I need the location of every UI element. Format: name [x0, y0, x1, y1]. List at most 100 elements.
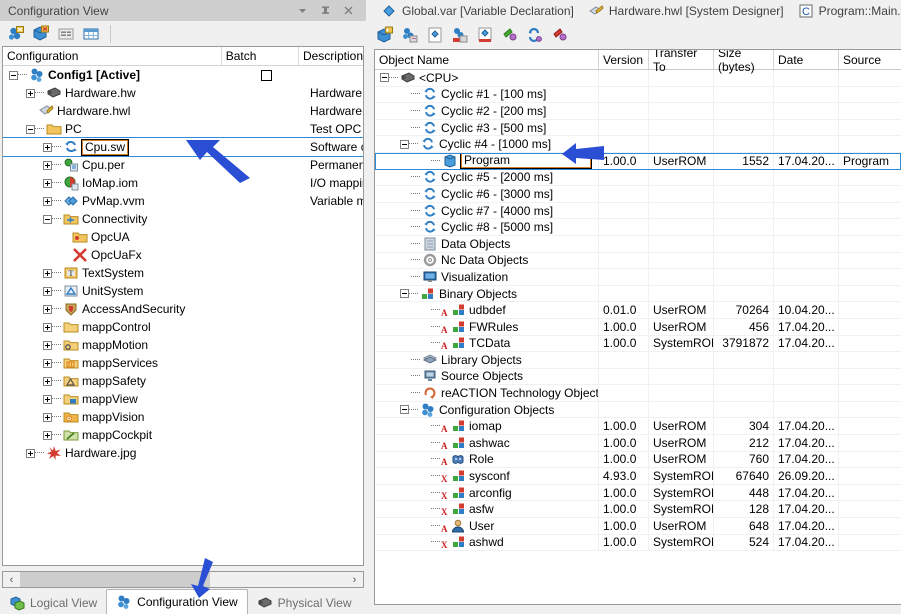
- pin-icon[interactable]: [318, 3, 333, 18]
- tree-row-name[interactable]: mappControl: [3, 318, 227, 336]
- config-add-icon[interactable]: [6, 24, 26, 44]
- scrollbar-track[interactable]: [210, 572, 346, 587]
- grid-cell-object-name[interactable]: Source Objects: [375, 368, 599, 385]
- tree-row-batch[interactable]: [227, 372, 306, 390]
- column-header-size[interactable]: Size (bytes): [714, 50, 774, 74]
- scrollbar-thumb[interactable]: [20, 572, 210, 587]
- grid-cell-object-name[interactable]: <CPU>: [375, 70, 599, 86]
- tree-row-name[interactable]: AccessAndSecurity: [3, 300, 227, 318]
- grid-row[interactable]: Cyclic #3 - [500 ms]: [375, 119, 901, 137]
- batch-checkbox[interactable]: [261, 69, 272, 81]
- grid-row[interactable]: A FWRules 1.00.0 UserROM 456 17.04.20...: [375, 318, 901, 336]
- tree-row-name[interactable]: mappVision: [3, 408, 227, 426]
- grid-row[interactable]: A User 1.00.0 UserROM 648 17.04.20...: [375, 518, 901, 535]
- grid-cell-object-name[interactable]: reACTION Technology Objects: [375, 385, 599, 401]
- grid-cell-object-name[interactable]: Cyclic #4 - [1000 ms]: [375, 136, 599, 152]
- column-header-batch[interactable]: Batch: [222, 47, 299, 65]
- tree-row-batch[interactable]: [227, 426, 306, 444]
- grid-row[interactable]: Cyclic #6 - [3000 ms]: [375, 186, 901, 203]
- tree-row[interactable]: Cpu.sw Software co: [3, 137, 363, 157]
- tree-row[interactable]: Connectivity: [3, 210, 363, 228]
- grid-row[interactable]: Xasfw1.00.0SystemROM12817.04.20...: [375, 501, 901, 519]
- grid-row[interactable]: Source Objects: [375, 368, 901, 386]
- grid-row[interactable]: Aashwac 1.00.0 UserROM 212 17.04.20...: [375, 435, 901, 452]
- tree-row-batch[interactable]: [227, 84, 306, 102]
- grid-row[interactable]: Program 1.00.0 UserROM 1552 17.04.20... Progr…: [375, 152, 901, 170]
- tree-row[interactable]: mappCockpit: [3, 426, 363, 444]
- grid-cell-object-name[interactable]: Cyclic #2 - [200 ms]: [375, 103, 599, 119]
- tree-expand-icon[interactable]: [43, 412, 52, 422]
- object-grid[interactable]: Object Name Version Transfer To Size (by…: [374, 49, 901, 605]
- tree-row-batch[interactable]: [227, 282, 306, 300]
- grid-row[interactable]: Cyclic #1 - [100 ms]: [375, 86, 901, 104]
- grid-row[interactable]: Cyclic #2 - [200 ms]: [375, 103, 901, 120]
- tree-row[interactable]: PC Test OPC U: [3, 120, 363, 138]
- tree-expand-icon[interactable]: [43, 376, 52, 386]
- view-tab-configuration-view[interactable]: Configuration View: [106, 589, 248, 614]
- grid-cell-object-name[interactable]: Xarconfig: [375, 484, 599, 501]
- grid-cell-object-name[interactable]: Aashwac: [375, 435, 599, 451]
- tree-row-name[interactable]: mappServices: [3, 354, 227, 372]
- grid-row[interactable]: Xarconfig1.00.0SystemROM44817.04.20...: [375, 484, 901, 502]
- tree-row-batch[interactable]: [227, 102, 306, 120]
- grid-row[interactable]: Cyclic #7 - [4000 ms]: [375, 202, 901, 220]
- diamond-icon[interactable]: [425, 25, 445, 45]
- tree-row[interactable]: T TextSystem: [3, 264, 363, 282]
- tree-horizontal-scrollbar[interactable]: ‹ ›: [2, 571, 364, 588]
- tree-row-batch[interactable]: [227, 66, 306, 84]
- grid-row[interactable]: A TCData 1.00.0SystemROM379187217.04.20...: [375, 335, 901, 353]
- view-tab-logical-view[interactable]: Logical View: [0, 592, 106, 614]
- grid-row[interactable]: Library Objects: [375, 352, 901, 369]
- tree-row[interactable]: mappServices: [3, 354, 363, 372]
- grid-row[interactable]: Aiomap 1.00.0 UserROM 304 17.04.20...: [375, 418, 901, 436]
- column-header-source[interactable]: Source: [839, 50, 901, 69]
- tree-row[interactable]: OpcUA: [3, 228, 363, 246]
- tree-row-name[interactable]: UnitSystem: [3, 282, 227, 300]
- tree-collapse-icon[interactable]: [380, 73, 389, 83]
- tree-row[interactable]: mappSafety: [3, 372, 363, 390]
- tree-expand-icon[interactable]: [43, 340, 52, 350]
- column-header-transfer-to[interactable]: Transfer To: [649, 50, 714, 74]
- view-tab-physical-view[interactable]: Physical View: [248, 592, 361, 614]
- tree-expand-icon[interactable]: [26, 88, 35, 98]
- tree-row-name[interactable]: mappSafety: [3, 372, 227, 390]
- tree-row-batch[interactable]: [227, 318, 306, 336]
- tree-row-name[interactable]: IoMap.iom: [3, 174, 227, 192]
- tree-row-batch[interactable]: [227, 264, 306, 282]
- tree-row[interactable]: Hardware.hwl Hardware to: [3, 102, 363, 120]
- table-icon[interactable]: [81, 24, 101, 44]
- transfer-icon[interactable]: [450, 25, 470, 45]
- dropdown-icon[interactable]: [295, 3, 310, 18]
- grid-cell-object-name[interactable]: Cyclic #7 - [4000 ms]: [375, 202, 599, 219]
- grid-cell-object-name[interactable]: Data Objects: [375, 235, 599, 252]
- tree-row-batch[interactable]: [227, 228, 306, 246]
- tree-row-name[interactable]: Cpu.per: [3, 156, 227, 174]
- tree-expand-icon[interactable]: [43, 286, 52, 296]
- tree-row[interactable]: Cpu.per Permanent: [3, 156, 363, 174]
- tree-row-name[interactable]: Cpu.sw: [3, 138, 227, 156]
- tree-collapse-icon[interactable]: [26, 124, 35, 134]
- grid-cell-object-name[interactable]: A User: [375, 518, 599, 534]
- tree-row[interactable]: mappControl: [3, 318, 363, 336]
- tree-expand-icon[interactable]: [43, 268, 52, 278]
- tree-row-batch[interactable]: [227, 192, 306, 210]
- tree-expand-icon[interactable]: [43, 358, 52, 368]
- grid-row[interactable]: Data Objects: [375, 235, 901, 253]
- tree-row-name[interactable]: mappCockpit: [3, 426, 227, 444]
- scroll-left-icon[interactable]: ‹: [3, 572, 20, 587]
- tree-collapse-icon[interactable]: [43, 214, 52, 224]
- grid-row[interactable]: reACTION Technology Objects: [375, 385, 901, 402]
- tree-row-name[interactable]: OpcUA: [3, 228, 227, 246]
- tree-collapse-icon[interactable]: [400, 405, 409, 415]
- grid-row[interactable]: Nc Data Objects: [375, 252, 901, 270]
- column-header-configuration[interactable]: Configuration: [3, 47, 222, 65]
- column-header-description[interactable]: Description: [299, 47, 363, 65]
- tree-row[interactable]: OpcUaFx: [3, 246, 363, 264]
- tree-expand-icon[interactable]: [43, 142, 52, 152]
- plug-green-icon[interactable]: [500, 25, 520, 45]
- properties-icon[interactable]: [56, 24, 76, 44]
- tree-row-name[interactable]: mappMotion: [3, 336, 227, 354]
- tree-row[interactable]: mappVision: [3, 408, 363, 426]
- grid-cell-object-name[interactable]: Xasfw: [375, 501, 599, 518]
- grid-cell-object-name[interactable]: Nc Data Objects: [375, 252, 599, 269]
